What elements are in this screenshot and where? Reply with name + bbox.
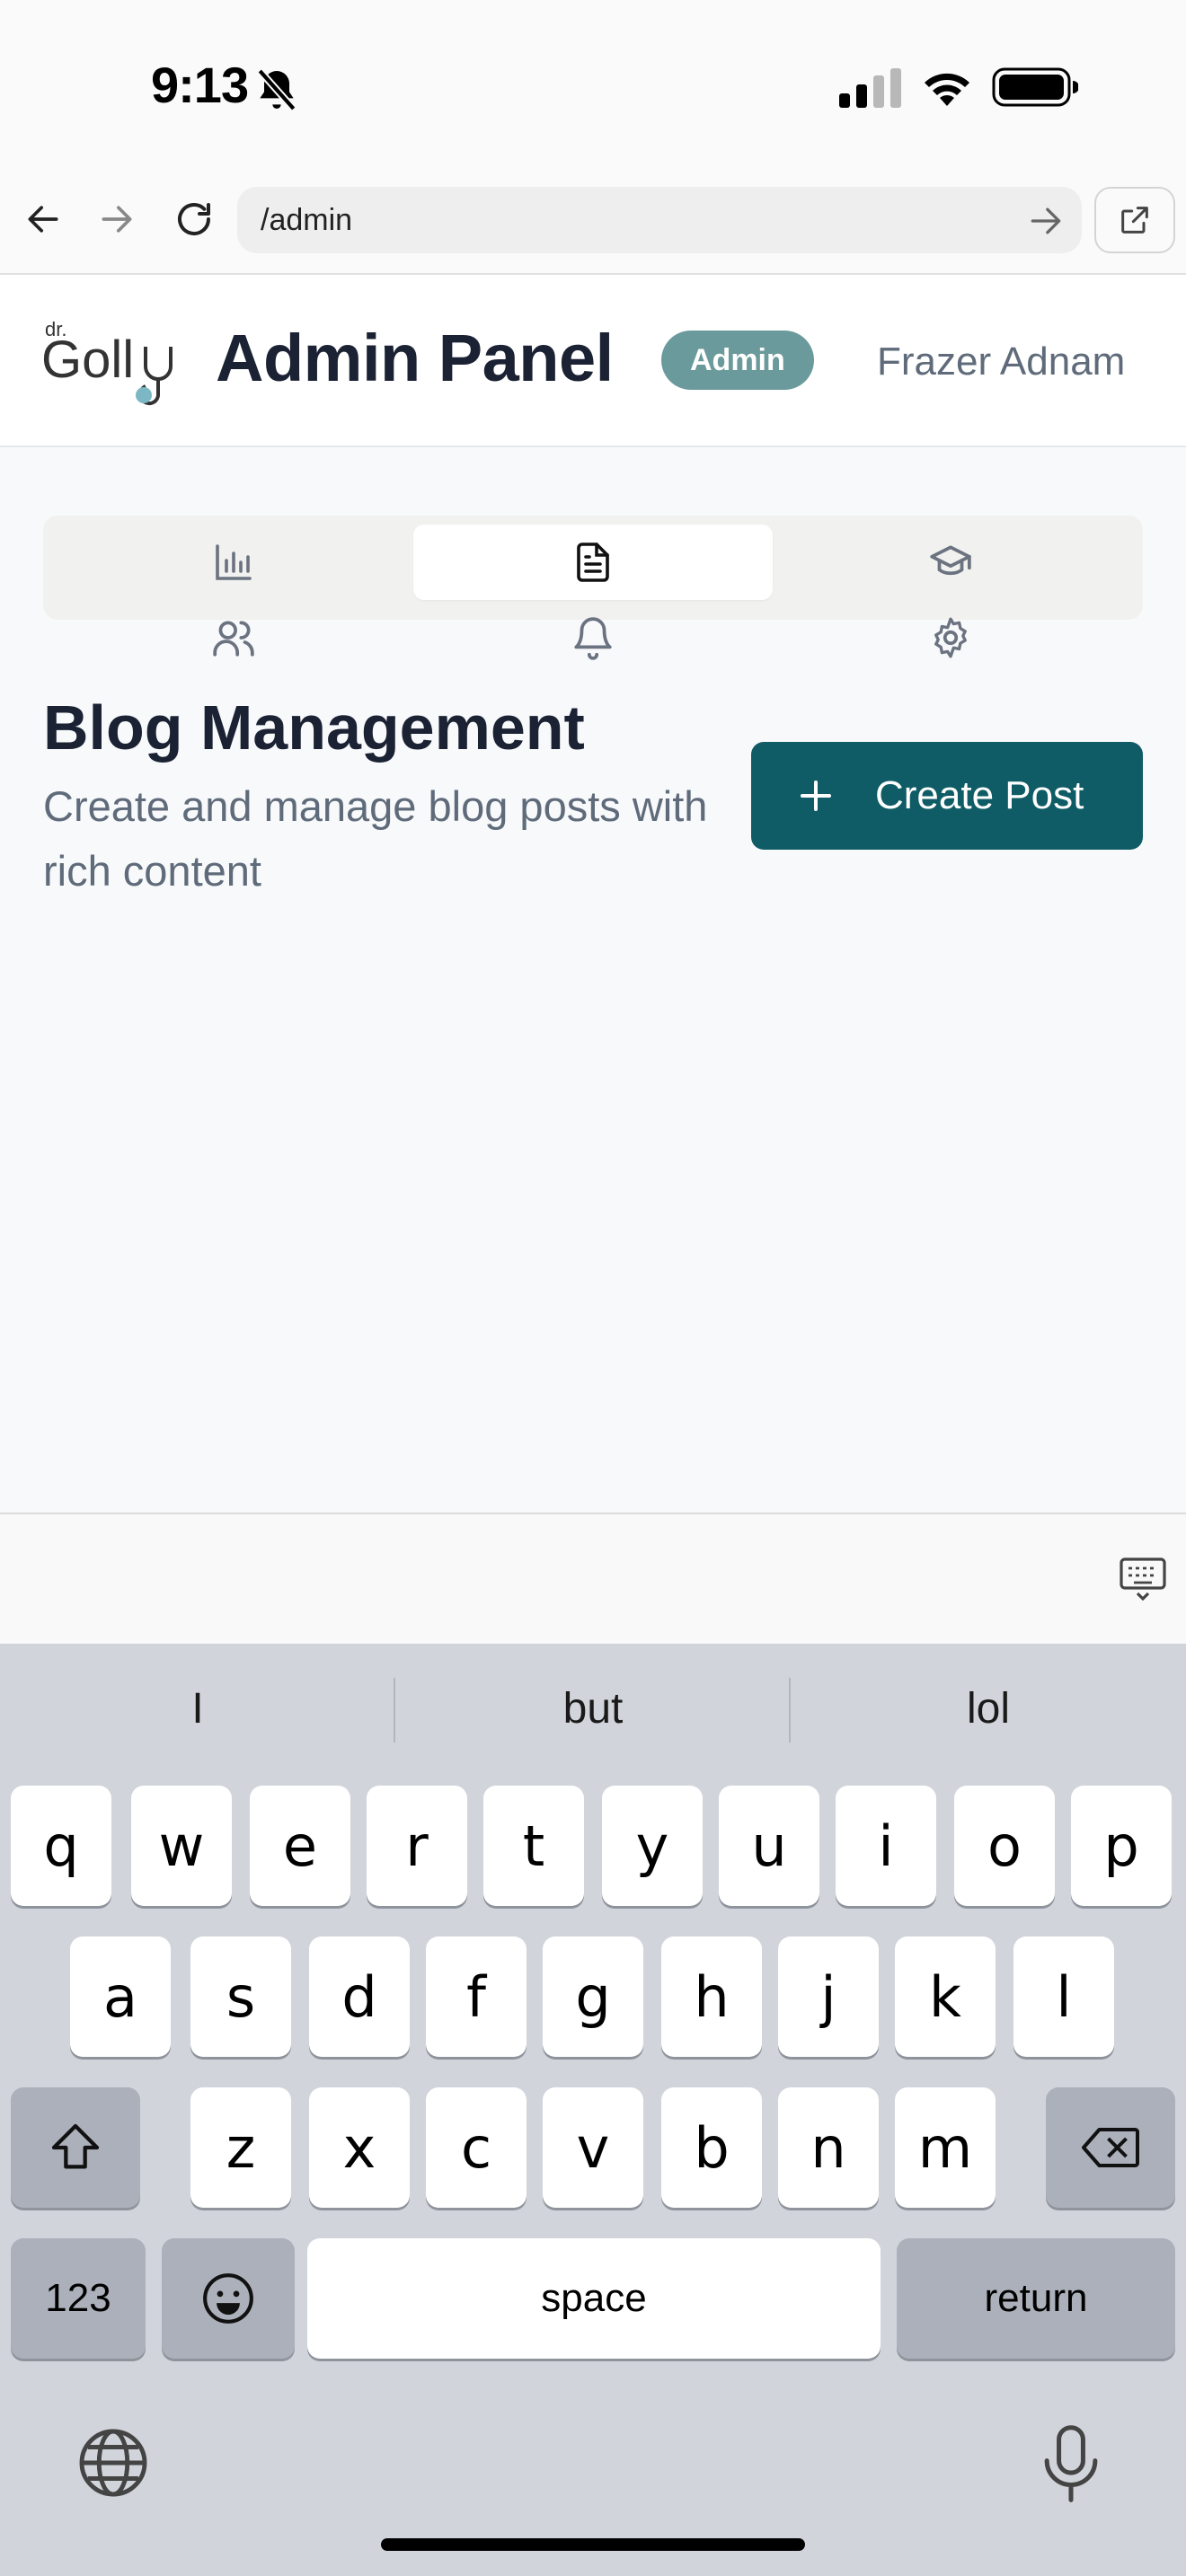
forward-button[interactable]	[88, 190, 146, 248]
tab-settings[interactable]	[924, 611, 978, 665]
user-name[interactable]: Frazer Adnam	[877, 340, 1125, 384]
bar-chart-icon	[216, 544, 252, 580]
home-indicator[interactable]	[381, 2538, 805, 2551]
reload-icon	[178, 203, 210, 235]
key-f[interactable]: f	[426, 1936, 527, 2057]
keyboard-dismiss-icon[interactable]	[1118, 1554, 1168, 1604]
back-button[interactable]	[14, 190, 72, 248]
arrow-right-icon	[102, 206, 132, 233]
gear-icon	[934, 617, 967, 658]
shift-icon	[51, 2123, 100, 2169]
open-external-button[interactable]	[1094, 187, 1175, 253]
key-r[interactable]: r	[367, 1786, 467, 1906]
dr-golly-logo[interactable]: dr. Goll	[40, 313, 192, 411]
key-s[interactable]: s	[190, 1936, 291, 2057]
key-m[interactable]: m	[895, 2087, 996, 2208]
go-arrow-icon[interactable]	[1026, 201, 1066, 241]
url-text: /admin	[261, 203, 353, 237]
cellular-signal-icon	[839, 68, 901, 108]
return-key[interactable]: return	[897, 2238, 1175, 2359]
tab-blog[interactable]	[566, 535, 620, 589]
emoji-icon	[203, 2273, 253, 2324]
key-l[interactable]: l	[1013, 1936, 1114, 2057]
key-w[interactable]: w	[131, 1786, 232, 1906]
emoji-key[interactable]	[162, 2238, 295, 2359]
key-v[interactable]: v	[543, 2087, 643, 2208]
bell-icon	[574, 617, 612, 660]
document-icon	[577, 543, 609, 582]
key-x[interactable]: x	[309, 2087, 410, 2208]
role-badge: Admin	[661, 331, 814, 390]
create-post-button[interactable]: Create Post	[751, 742, 1143, 850]
numbers-key[interactable]: 123	[11, 2238, 146, 2359]
key-h[interactable]: h	[661, 1936, 762, 2057]
key-c[interactable]: c	[426, 2087, 527, 2208]
graduation-cap-icon	[930, 545, 971, 576]
key-g[interactable]: g	[543, 1936, 643, 2057]
tab-analytics[interactable]	[207, 535, 261, 589]
status-time: 9:13	[151, 57, 249, 113]
key-d[interactable]: d	[309, 1936, 410, 2057]
arrow-left-icon	[28, 206, 58, 233]
microphone-icon[interactable]	[1033, 2422, 1109, 2506]
suggestion-1[interactable]: I	[18, 1678, 377, 1741]
key-k[interactable]: k	[895, 1936, 996, 2057]
create-post-label: Create Post	[875, 773, 1084, 817]
key-j[interactable]: j	[778, 1936, 879, 2057]
keyboard-accessory-bar	[0, 1513, 1186, 1644]
space-key[interactable]: space	[307, 2238, 881, 2359]
battery-icon	[992, 67, 1078, 107]
users-icon	[213, 621, 254, 657]
key-a[interactable]: a	[70, 1936, 171, 2057]
suggestion-divider	[789, 1678, 791, 1742]
bell-slash-icon	[257, 68, 296, 111]
key-p[interactable]: p	[1071, 1786, 1172, 1906]
key-i[interactable]: i	[836, 1786, 936, 1906]
section-title: Blog Management	[43, 693, 585, 763]
external-link-icon	[1121, 207, 1148, 234]
globe-icon[interactable]	[75, 2425, 151, 2501]
backspace-icon	[1082, 2128, 1139, 2167]
key-u[interactable]: u	[719, 1786, 819, 1906]
key-q[interactable]: q	[11, 1786, 111, 1906]
key-n[interactable]: n	[778, 2087, 879, 2208]
suggestion-3[interactable]: lol	[809, 1678, 1168, 1741]
tab-notifications[interactable]	[566, 611, 620, 665]
tab-users[interactable]	[207, 611, 261, 665]
shift-key[interactable]	[11, 2087, 140, 2208]
backspace-key[interactable]	[1046, 2087, 1175, 2208]
key-b[interactable]: b	[661, 2087, 762, 2208]
key-e[interactable]: e	[250, 1786, 350, 1906]
reload-button[interactable]	[165, 190, 223, 248]
wifi-icon	[925, 73, 969, 106]
suggestion-2[interactable]: but	[413, 1678, 773, 1741]
svg-text:Goll: Goll	[41, 331, 134, 389]
plus-icon	[801, 781, 831, 811]
url-field[interactable]	[237, 187, 1082, 253]
tab-courses[interactable]	[924, 535, 978, 589]
section-description: Create and manage blog posts with rich c…	[43, 782, 708, 895]
key-o[interactable]: o	[954, 1786, 1055, 1906]
key-z[interactable]: z	[190, 2087, 291, 2208]
key-t[interactable]: t	[483, 1786, 584, 1906]
page-title: Admin Panel	[216, 321, 614, 395]
suggestion-divider	[394, 1678, 395, 1742]
key-y[interactable]: y	[602, 1786, 703, 1906]
